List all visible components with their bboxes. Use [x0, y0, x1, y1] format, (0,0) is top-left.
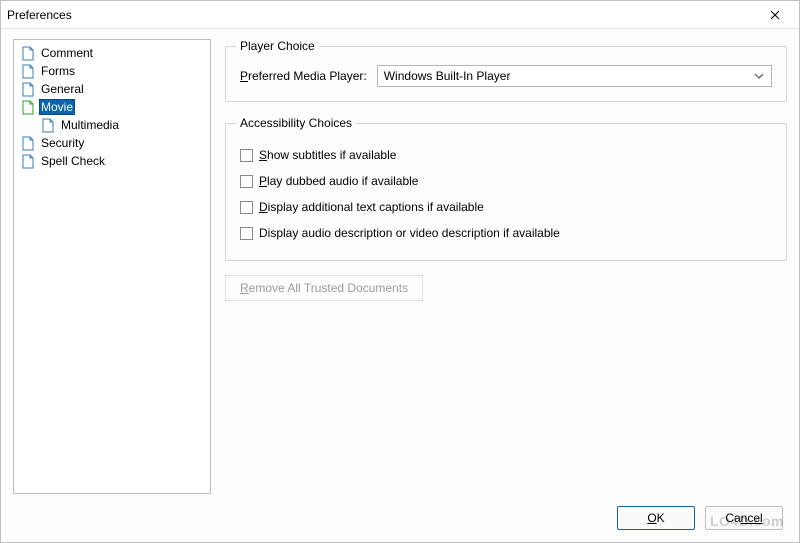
page-icon — [22, 136, 35, 151]
page-icon — [22, 82, 35, 97]
sidebar-item-label: Comment — [39, 46, 95, 60]
chevron-down-icon — [753, 70, 765, 82]
sidebar-item-label: Spell Check — [39, 154, 107, 168]
dubbed-audio-option[interactable]: Play dubbed audio if available — [240, 168, 772, 194]
checkbox-icon[interactable] — [240, 201, 253, 214]
page-icon — [22, 154, 35, 169]
sidebar-item-label: Movie — [39, 99, 75, 115]
close-icon — [770, 10, 780, 20]
text-captions-option[interactable]: Display additional text captions if avai… — [240, 194, 772, 220]
sidebar-item-forms[interactable]: Forms — [16, 62, 208, 80]
page-icon — [22, 46, 35, 61]
checkbox-icon[interactable] — [240, 175, 253, 188]
combo-value: Windows Built-In Player — [384, 69, 753, 83]
category-tree[interactable]: Comment Forms General — [13, 39, 211, 494]
sidebar-item-general[interactable]: General — [16, 80, 208, 98]
option-label: Display audio description or video descr… — [259, 226, 560, 240]
dialog-body: Comment Forms General — [1, 29, 799, 494]
accessibility-group: Accessibility Choices Show subtitles if … — [225, 116, 787, 261]
preferred-player-row: Preferred Media Player: Windows Built-In… — [240, 65, 772, 87]
sidebar-item-spell-check[interactable]: Spell Check — [16, 152, 208, 170]
cancel-button[interactable]: Cancel — [705, 506, 783, 530]
close-button[interactable] — [757, 3, 793, 27]
option-label: Play dubbed audio if available — [259, 174, 418, 188]
subtitles-option[interactable]: Show subtitles if available — [240, 142, 772, 168]
checkbox-icon[interactable] — [240, 227, 253, 240]
sidebar-item-label: Multimedia — [59, 118, 121, 132]
preferred-player-combo[interactable]: Windows Built-In Player — [377, 65, 772, 87]
checkbox-icon[interactable] — [240, 149, 253, 162]
sidebar-item-comment[interactable]: Comment — [16, 44, 208, 62]
remove-trusted-row: Remove All Trusted Documents — [225, 275, 787, 301]
preferred-player-label: Preferred Media Player: — [240, 69, 367, 83]
sidebar-item-security[interactable]: Security — [16, 134, 208, 152]
window-title: Preferences — [7, 8, 757, 22]
group-legend: Player Choice — [236, 39, 319, 53]
player-choice-group: Player Choice Preferred Media Player: Wi… — [225, 39, 787, 102]
page-icon — [42, 118, 55, 133]
page-icon — [22, 100, 35, 115]
settings-panel: Player Choice Preferred Media Player: Wi… — [225, 39, 787, 494]
sidebar-item-label: Security — [39, 136, 86, 150]
sidebar-item-movie[interactable]: Movie — [16, 98, 208, 116]
remove-trusted-button[interactable]: Remove All Trusted Documents — [225, 275, 423, 301]
preferences-window: Preferences Comment — [0, 0, 800, 543]
option-label: Show subtitles if available — [259, 148, 396, 162]
group-legend: Accessibility Choices — [236, 116, 356, 130]
audio-description-option[interactable]: Display audio description or video descr… — [240, 220, 772, 246]
titlebar: Preferences — [1, 1, 799, 29]
option-label: Display additional text captions if avai… — [259, 200, 484, 214]
dialog-footer: OK Cancel — [1, 494, 799, 542]
sidebar-item-multimedia[interactable]: Multimedia — [16, 116, 208, 134]
page-icon — [22, 64, 35, 79]
sidebar-item-label: Forms — [39, 64, 77, 78]
sidebar-item-label: General — [39, 82, 86, 96]
ok-button[interactable]: OK — [617, 506, 695, 530]
